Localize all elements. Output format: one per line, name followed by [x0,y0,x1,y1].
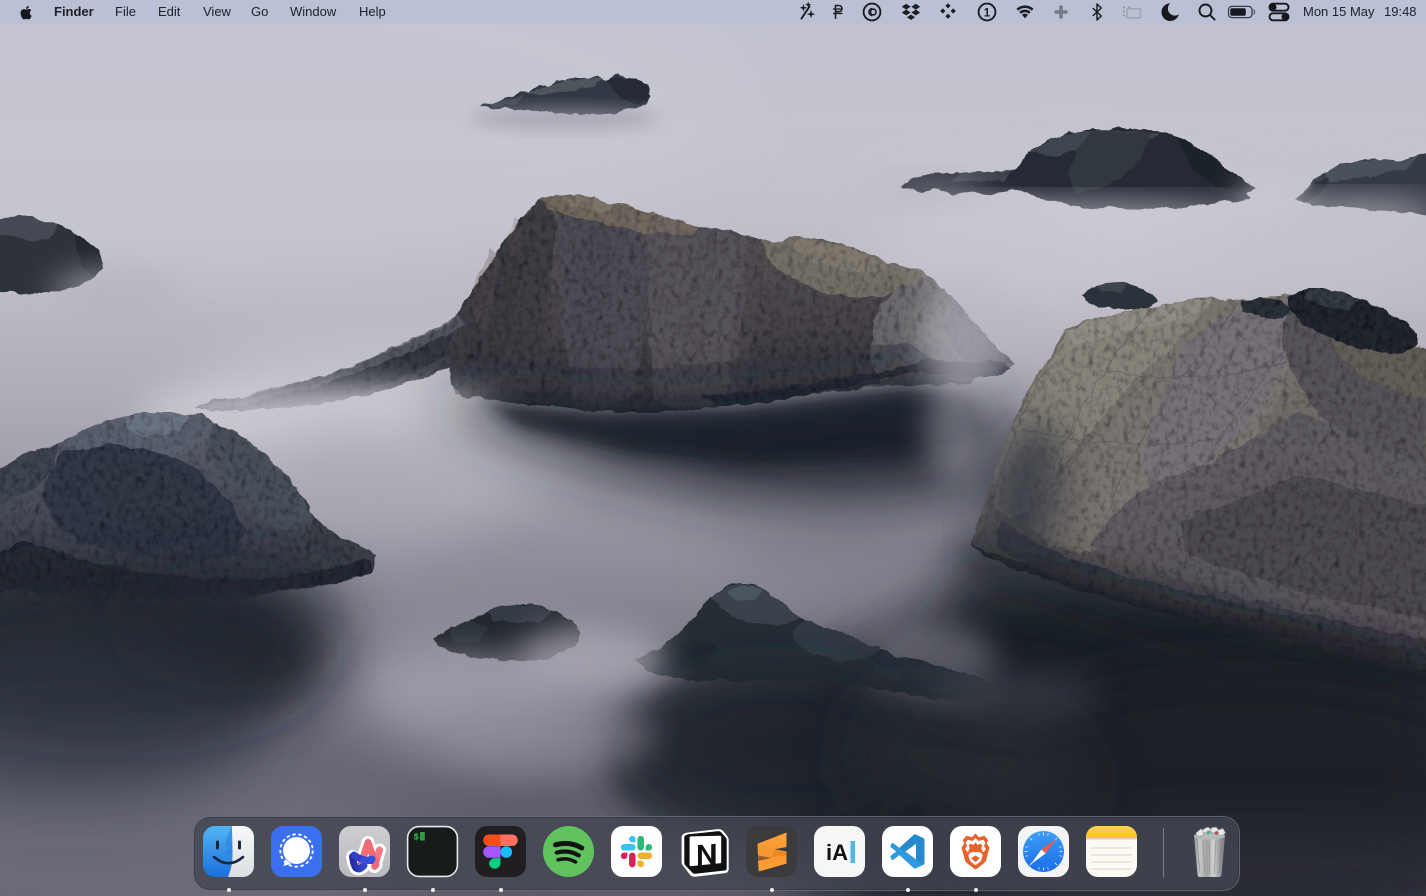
svg-text:1: 1 [984,7,991,19]
svg-text:$: $ [414,833,420,843]
svg-text:iA: iA [826,840,848,865]
